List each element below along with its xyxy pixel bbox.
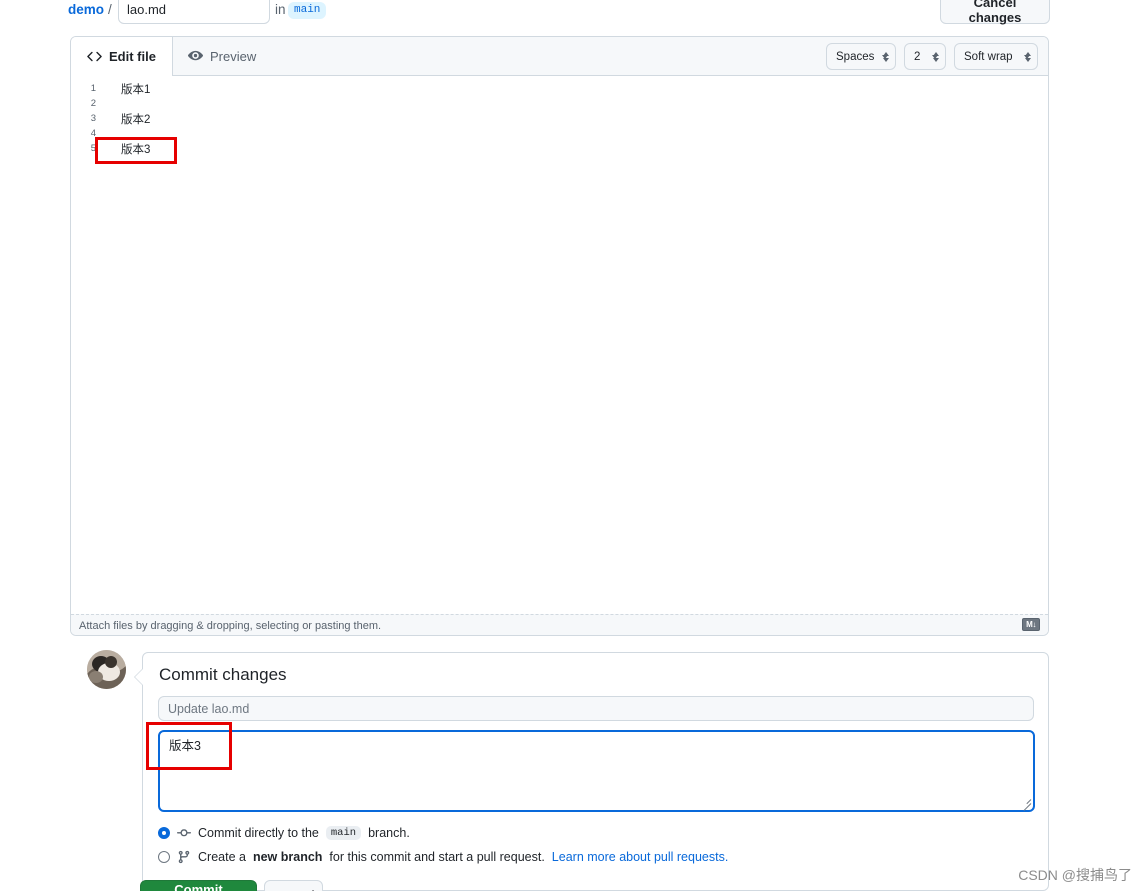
attach-files-bar[interactable]: Attach files by dragging & dropping, sel…	[71, 614, 1048, 635]
filename-input[interactable]	[118, 0, 270, 24]
commit-direct-suffix: branch.	[368, 826, 410, 840]
editor-tabbar: Edit file Preview Spaces 2 Soft wrap	[71, 37, 1048, 76]
chevron-updown-icon	[883, 51, 889, 62]
radio-commit-direct[interactable]	[158, 827, 170, 839]
commit-option-direct[interactable]: Commit directly to the main branch.	[158, 826, 410, 840]
editor-card: Edit file Preview Spaces 2 Soft wrap 1 版…	[70, 36, 1049, 636]
radio-create-branch[interactable]	[158, 851, 170, 863]
commit-option-new-branch[interactable]: Create a new branch for this commit and …	[158, 850, 728, 864]
commit-message-input[interactable]	[158, 696, 1034, 721]
code-line: 4	[71, 126, 1048, 141]
pull-requests-learn-more-link[interactable]: Learn more about pull requests.	[552, 850, 729, 864]
wrap-mode-select[interactable]: Soft wrap	[954, 43, 1038, 70]
callout-arrow	[135, 669, 143, 685]
tab-edit-file-label: Edit file	[109, 49, 156, 64]
file-path-bar: demo / in main Cancel changes	[0, 0, 1140, 30]
eye-icon	[188, 49, 203, 64]
tab-preview[interactable]: Preview	[172, 37, 272, 76]
line-content: 版本1	[121, 83, 151, 96]
editor-options: Spaces 2 Soft wrap	[826, 43, 1038, 70]
code-line: 1 版本1	[71, 81, 1048, 96]
code-line: 2	[71, 96, 1048, 111]
new-branch-prefix: Create a	[198, 850, 246, 864]
indent-mode-value: Spaces	[836, 50, 875, 63]
breadcrumb-repo-link[interactable]: demo	[68, 1, 104, 19]
avatar	[87, 650, 126, 689]
commit-changes-submit-button[interactable]: Commit changes	[140, 880, 257, 891]
git-branch-icon	[177, 850, 191, 864]
markdown-icon: M↓	[1022, 618, 1040, 631]
line-number: 2	[90, 98, 96, 109]
code-line: 3 版本2	[71, 111, 1048, 126]
code-line: 5 版本3	[71, 141, 1048, 156]
indent-mode-select[interactable]: Spaces	[826, 43, 896, 70]
commit-direct-branch: main	[325, 826, 362, 840]
github-edit-file-page: demo / in main Cancel changes Edit file	[0, 0, 1140, 891]
wrap-mode-value: Soft wrap	[964, 50, 1013, 63]
line-number: 3	[90, 113, 96, 124]
commit-direct-prefix: Commit directly to the	[198, 826, 319, 840]
line-content: 版本2	[121, 113, 151, 126]
commit-heading: Commit changes	[159, 665, 287, 684]
attach-files-hint: Attach files by dragging & dropping, sel…	[79, 619, 382, 632]
cancel-changes-button[interactable]: Cancel changes	[940, 0, 1050, 25]
code-icon	[87, 49, 102, 64]
chevron-updown-icon	[1025, 51, 1031, 62]
commit-cancel-button[interactable]: Cancel	[264, 880, 323, 891]
new-branch-emphasis: new branch	[252, 850, 323, 864]
code-lines: 1 版本1 2 3 版本2 4 5 版本3	[71, 76, 1048, 156]
tab-edit-file[interactable]: Edit file	[71, 37, 173, 76]
breadcrumb-separator: /	[108, 2, 112, 17]
tab-preview-label: Preview	[210, 49, 257, 64]
watermark: CSDN @搜捕鸟了	[1018, 867, 1132, 883]
commit-description-textarea[interactable]	[158, 730, 1035, 812]
new-branch-suffix: for this commit and start a pull request…	[329, 850, 545, 864]
line-number: 1	[90, 83, 96, 94]
commit-icon	[177, 826, 191, 840]
in-label: in	[275, 2, 286, 17]
indent-size-value: 2	[914, 50, 921, 63]
code-editor[interactable]: 1 版本1 2 3 版本2 4 5 版本3	[71, 76, 1048, 614]
branch-badge: main	[288, 2, 327, 19]
line-content: 版本3	[121, 143, 151, 156]
commit-changes-card: Commit changes Commit directly to the ma…	[134, 652, 1049, 891]
indent-size-select[interactable]: 2	[904, 43, 946, 70]
chevron-updown-icon	[933, 51, 939, 62]
line-number: 5	[90, 143, 96, 154]
line-number: 4	[90, 128, 96, 139]
